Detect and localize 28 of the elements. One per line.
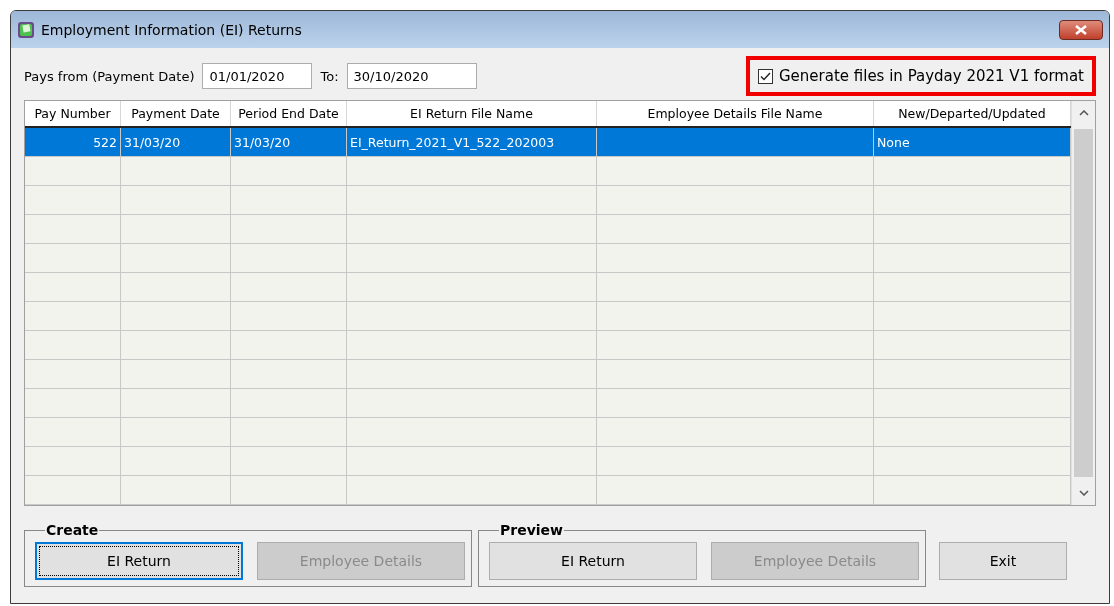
group-title: Create	[45, 522, 100, 538]
scroll-down-icon[interactable]	[1078, 490, 1089, 496]
close-icon	[1075, 24, 1087, 35]
format-option-label: Generate files in Payday 2021 V1 format	[778, 67, 1084, 85]
column-header[interactable]: EI Return File Name	[347, 101, 597, 126]
exit-button[interactable]: Exit	[939, 542, 1067, 580]
table-cell: 31/03/20	[231, 128, 347, 156]
window-title: Employment Information (EI) Returns	[41, 21, 303, 38]
column-header[interactable]: Payment Date	[121, 101, 231, 126]
to-label: To:	[320, 68, 339, 84]
group-title: Preview	[499, 522, 564, 538]
column-header[interactable]: Employee Details File Name	[597, 101, 874, 126]
format-checkbox[interactable]	[757, 68, 773, 84]
action-button[interactable]: EI Return	[489, 542, 697, 580]
action-button[interactable]: EI Return	[35, 542, 243, 580]
to-date-field[interactable]: 30/10/2020	[346, 63, 477, 89]
column-header[interactable]: Period End Date	[231, 101, 347, 126]
app-icon	[17, 20, 35, 39]
from-date-field[interactable]: 01/01/2020	[202, 63, 313, 89]
table-cell: 31/03/20	[121, 128, 231, 156]
date-range-label: Pays from (Payment Date)	[24, 68, 195, 84]
column-header[interactable]: Pay Number	[25, 101, 121, 126]
table-row[interactable]: 522 31/03/20 31/03/20 EI_Return_2021_V1_522_202003 None	[25, 128, 1071, 157]
scrollbar[interactable]	[1071, 101, 1095, 505]
table-cell: EI_Return_2021_V1_522_202003	[347, 128, 597, 156]
scroll-up-icon[interactable]	[1078, 110, 1089, 116]
table-cell: 522	[25, 128, 121, 156]
close-button[interactable]	[1059, 19, 1103, 40]
